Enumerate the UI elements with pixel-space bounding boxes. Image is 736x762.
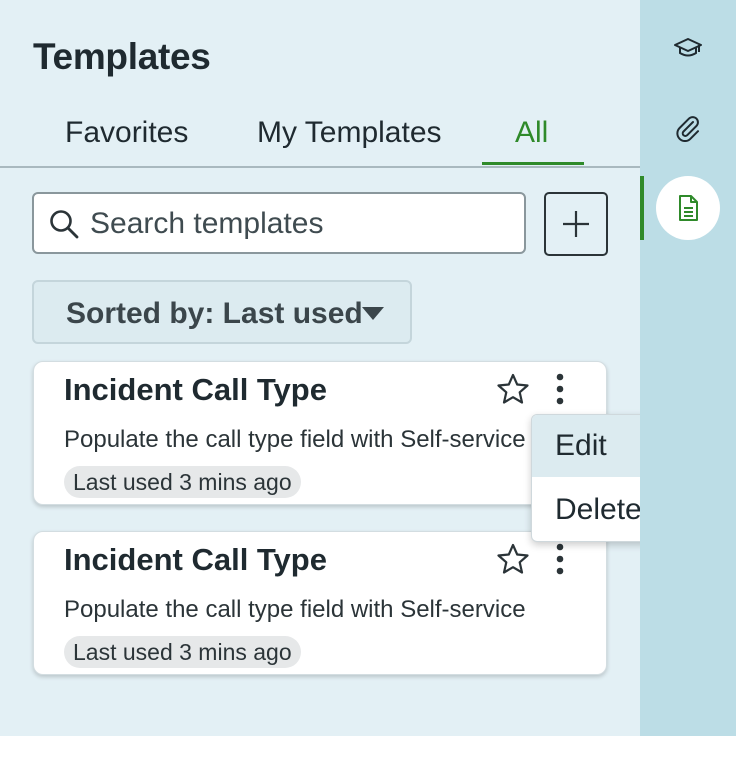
last-used-badge: Last used 3 mins ago	[64, 466, 301, 498]
tab-favorites[interactable]: Favorites	[65, 116, 188, 162]
more-vertical-icon	[556, 543, 564, 575]
star-icon	[497, 373, 529, 404]
add-template-button[interactable]	[544, 192, 608, 256]
star-icon	[497, 543, 529, 574]
card-title: Incident Call Type	[64, 542, 327, 577]
more-vertical-icon	[556, 373, 564, 405]
card-title: Incident Call Type	[64, 372, 327, 407]
rail-learning-button[interactable]	[656, 16, 720, 80]
template-card[interactable]: Incident Call Type Populate the call typ…	[33, 531, 607, 675]
tab-bar: Favorites My Templates All	[0, 106, 640, 168]
plus-icon	[563, 211, 589, 237]
sort-label: Sorted by: Last used	[66, 297, 363, 330]
rail-templates-button[interactable]	[656, 176, 720, 240]
rail-active-indicator	[640, 176, 644, 240]
search-box	[32, 192, 526, 254]
sort-button[interactable]: Sorted by: Last used	[32, 280, 412, 344]
paperclip-icon	[676, 116, 699, 142]
search-icon	[50, 210, 79, 239]
tab-all[interactable]: All	[515, 116, 548, 162]
more-options-button[interactable]	[547, 542, 573, 576]
graduation-cap-icon	[674, 38, 702, 57]
tab-my-templates[interactable]: My Templates	[257, 116, 442, 162]
templates-panel: Templates Favorites My Templates All Sor…	[0, 0, 640, 736]
more-options-button[interactable]	[547, 372, 573, 406]
caret-down-icon	[362, 307, 384, 320]
favorite-button[interactable]	[496, 542, 530, 576]
search-input[interactable]	[88, 202, 512, 246]
favorite-button[interactable]	[496, 372, 530, 406]
rail-attachments-button[interactable]	[656, 96, 720, 160]
template-card[interactable]: Incident Call Type Populate the call typ…	[33, 361, 607, 505]
card-description: Populate the call type field with Self-s…	[64, 596, 526, 623]
last-used-badge: Last used 3 mins ago	[64, 636, 301, 668]
page-title: Templates	[33, 36, 211, 77]
card-description: Populate the call type field with Self-s…	[64, 426, 526, 453]
active-tab-indicator	[482, 162, 584, 165]
document-icon	[679, 195, 698, 221]
